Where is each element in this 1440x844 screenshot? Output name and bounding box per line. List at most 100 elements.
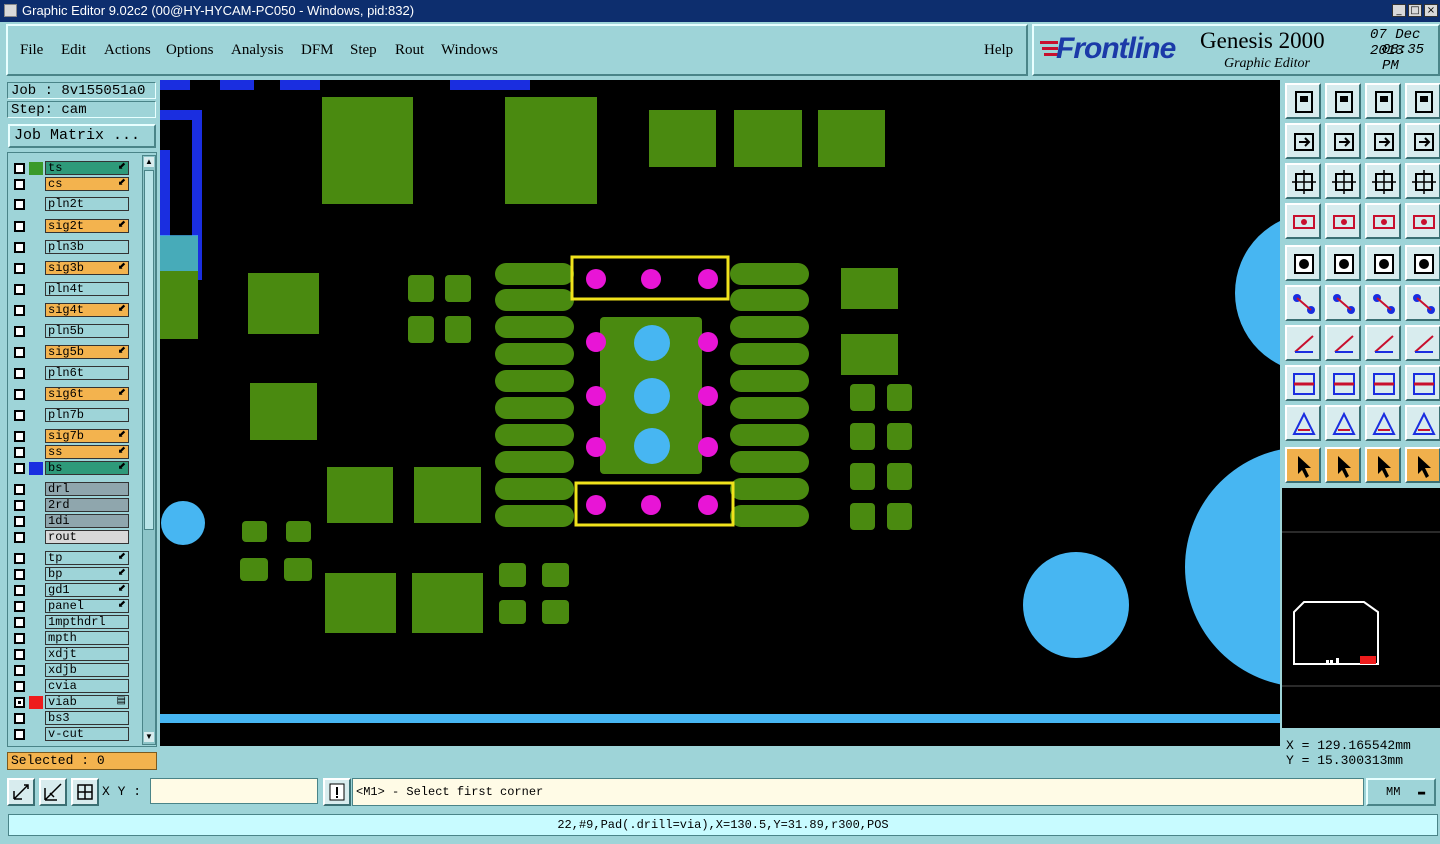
graphic-canvas[interactable] [160,80,1280,746]
layer-name[interactable]: ss ⬋ [45,445,129,459]
layer-name[interactable]: sig3b ⬋ [45,261,129,275]
layer-name[interactable]: rout [45,530,129,544]
scroll-down-icon[interactable]: ▼ [144,732,154,742]
layer-row-bs[interactable]: bs ⬋ [12,461,130,476]
measure-icon[interactable] [39,778,67,806]
layer-row-2rd[interactable]: 2rd [12,498,130,513]
layer-row-bp[interactable]: bp ⬋ [12,567,130,582]
layer-row-drl[interactable]: drl [12,482,130,497]
layer-affected-icon[interactable]: ⬋ [118,552,126,564]
layer-name[interactable]: cvia [45,679,129,693]
layer-checkbox[interactable] [14,532,25,543]
layer-tool-icon[interactable] [1365,203,1401,239]
layer-checkbox[interactable] [14,389,25,400]
layer-checkbox[interactable] [14,681,25,692]
layer-name[interactable]: sig7b ⬋ [45,429,129,443]
layer-row-1mpthdrl[interactable]: 1mpthdrl [12,615,130,630]
layer-row-pln6t[interactable]: pln6t [12,366,130,381]
home-icon[interactable] [1365,83,1401,119]
layer-tool2-icon[interactable] [1405,203,1440,239]
layer-checkbox[interactable] [14,713,25,724]
connect-icon[interactable] [1285,285,1321,321]
layer-name[interactable]: gd1 ⬋ [45,583,129,597]
open-icon[interactable] [1285,83,1321,119]
line-icon[interactable] [1325,365,1361,401]
layer-row-rout[interactable]: rout [12,530,130,545]
help-icon[interactable] [1405,163,1440,199]
scroll-up-icon[interactable]: ▲ [144,157,154,167]
layer-checkbox[interactable] [14,729,25,740]
triangle-icon[interactable] [1285,405,1321,441]
layer-name[interactable]: xdjt [45,647,129,661]
layer-name[interactable]: pln2t [45,197,129,211]
layer-row-viab[interactable]: viab ▤ [12,695,130,710]
layer-checkbox[interactable] [14,585,25,596]
maximize-icon[interactable]: □ [1408,4,1422,17]
layer-name[interactable]: panel ⬋ [45,599,129,613]
menu-edit[interactable]: Edit [61,42,86,59]
layer-name[interactable]: tp ⬋ [45,551,129,565]
layer-row-xdjb[interactable]: xdjb [12,663,130,678]
close-icon[interactable]: × [1424,4,1438,17]
zoom-prev-icon[interactable] [1285,123,1321,159]
layer-name[interactable]: sig5b ⬋ [45,345,129,359]
menu-file[interactable]: File [20,42,43,59]
layer-row-cs[interactable]: cs ⬋ [12,177,130,192]
layer-row-gd1[interactable]: gd1 ⬋ [12,583,130,598]
line-add-icon[interactable] [1365,285,1401,321]
layer-row-sig2t[interactable]: sig2t ⬋ [12,219,130,234]
triangle4-icon[interactable] [1405,405,1440,441]
fit-icon[interactable] [1285,163,1321,199]
select-icon[interactable] [1325,447,1361,483]
layer-affected-icon[interactable]: ⬋ [118,178,126,190]
layer-checkbox[interactable] [14,410,25,421]
layer-row-pln3b[interactable]: pln3b [12,240,130,255]
menu-dfm[interactable]: DFM [301,42,334,59]
layer-row-bs3[interactable]: bs3 [12,711,130,726]
layer-checkbox[interactable] [14,617,25,628]
layer-affected-icon[interactable]: ⬋ [118,446,126,458]
layer-row-sig7b[interactable]: sig7b ⬋ [12,429,130,444]
menu-rout[interactable]: Rout [395,42,424,59]
scroll-thumb[interactable] [144,170,154,530]
slash-icon[interactable] [1325,325,1361,361]
layer-row-panel[interactable]: panel ⬋ [12,599,130,614]
alert-icon[interactable] [323,778,351,806]
flip-icon[interactable] [1405,325,1440,361]
layer-name[interactable]: sig4t ⬋ [45,303,129,317]
layer-name[interactable]: bp ⬋ [45,567,129,581]
route-icon[interactable] [1405,123,1440,159]
layer-checkbox[interactable] [14,368,25,379]
layer-affected-icon[interactable]: ⬋ [118,346,126,358]
layer-row-sig5b[interactable]: sig5b ⬋ [12,345,130,360]
units-dropdown-icon[interactable]: ▬ [1418,780,1425,804]
xy-input[interactable] [150,778,318,804]
layer-checkbox[interactable] [14,447,25,458]
layer-name[interactable]: bs ⬋ [45,461,129,475]
triangle2-icon[interactable] [1325,405,1361,441]
minimize-icon[interactable]: _ [1392,4,1406,17]
layer-row-1di[interactable]: 1di [12,514,130,529]
layer-name[interactable]: mpth [45,631,129,645]
layer-checkbox[interactable] [14,665,25,676]
layer-row-mpth[interactable]: mpth [12,631,130,646]
scale-icon[interactable] [1365,163,1401,199]
circle-icon[interactable] [1405,245,1440,281]
layer-checkbox[interactable] [14,601,25,612]
layer-row-pln5b[interactable]: pln5b [12,324,130,339]
layer-row-pln7b[interactable]: pln7b [12,408,130,423]
layer-affected-icon[interactable]: ⬋ [118,584,126,596]
layer-affected-icon[interactable]: ⬋ [118,304,126,316]
layer-name[interactable]: bs3 [45,711,129,725]
layer-checkbox[interactable] [14,199,25,210]
layer-name[interactable]: pln4t [45,282,129,296]
feature-info-icon[interactable] [1325,203,1361,239]
layer-name[interactable]: v-cut [45,727,129,741]
pad-icon[interactable] [1285,245,1321,281]
board-overview[interactable] [1282,488,1440,728]
layer-affected-icon[interactable]: ⬋ [118,388,126,400]
square-pad-icon[interactable] [1285,365,1321,401]
pointer-icon[interactable] [1285,447,1321,483]
layer-affected-icon[interactable]: ⬋ [118,462,126,474]
layer-row-sig6t[interactable]: sig6t ⬋ [12,387,130,402]
